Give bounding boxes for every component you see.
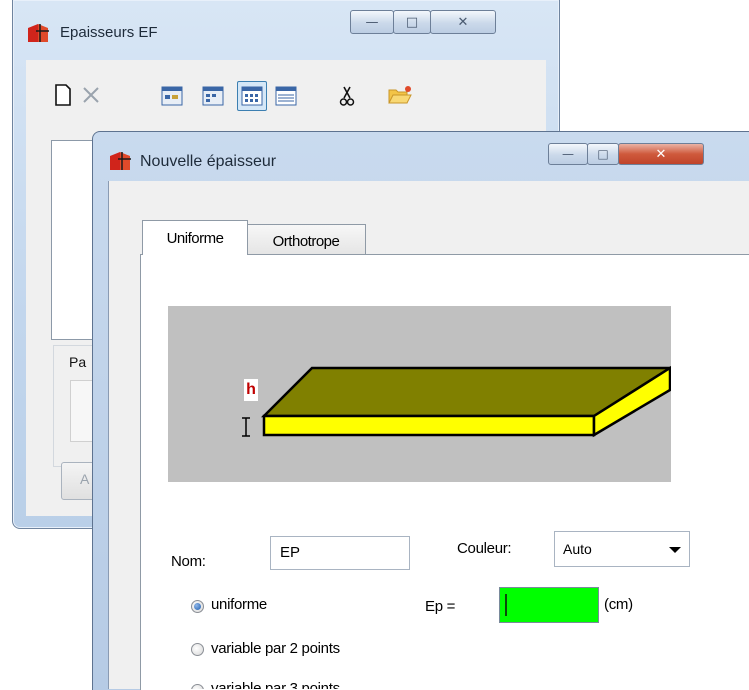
dialog-caption-buttons: — □ ✕ [548,143,704,165]
radio-variable-3-points-row: variable par 3 points [186,679,426,689]
maximize-icon: □ [405,14,419,30]
ep-label: Ep = [425,598,456,615]
maximize-button[interactable]: □ [393,10,431,34]
dialog-minimize-icon: — [562,147,574,161]
dialog-app-icon [108,150,132,172]
window-caption-buttons: — □ ✕ [350,10,496,34]
nom-label: Nom: [171,553,206,570]
frame-label: Pa [69,354,87,370]
ep-field[interactable] [499,587,599,623]
text-caret [505,594,507,616]
couleur-value: Auto [563,541,592,557]
view-details-icon[interactable] [202,85,224,107]
radio-variable-3-points-label: variable par 3 points [211,680,340,689]
thickness-preview: h [168,306,675,482]
dialog-close-button[interactable]: ✕ [618,143,704,165]
radio-uniforme-label: uniforme [211,596,267,613]
radio-variable-3-points[interactable] [191,684,204,689]
app-icon [26,22,50,44]
view-list-icon[interactable] [161,85,183,107]
close-button[interactable]: ✕ [430,10,496,34]
tab-uniforme[interactable]: Uniforme [142,220,248,255]
dialog-title: Nouvelle épaisseur [140,153,277,170]
height-label: h [244,379,258,401]
couleur-label: Couleur: [457,540,512,557]
tab-uniforme-label: Uniforme [166,229,224,247]
chevron-down-icon[interactable] [669,547,681,553]
tab-orthotrope[interactable]: Orthotrope [246,224,366,257]
view-grid-icon[interactable] [237,81,267,111]
open-folder-icon[interactable] [387,84,413,106]
ep-unit: (cm) [604,596,633,613]
nom-field[interactable]: EP [270,536,410,570]
dialog-maximize-button[interactable]: □ [587,143,619,165]
tab-orthotrope-label: Orthotrope [272,232,340,250]
radio-selected-dot [194,603,201,610]
view-table-icon[interactable] [275,85,297,107]
dialog-maximize-icon: □ [597,147,609,161]
add-button-label: A [80,471,90,487]
scissors-icon[interactable] [336,85,358,107]
dialog-close-icon: ✕ [655,146,667,162]
delete-icon[interactable] [80,84,102,106]
dialog-minimize-button[interactable]: — [548,143,588,165]
window-title: Epaisseurs EF [60,24,158,41]
radio-variable-2-points-label: variable par 2 points [211,640,340,657]
radio-variable-2-points[interactable] [191,643,204,656]
minimize-icon: — [365,14,379,30]
close-icon: ✕ [457,14,469,30]
radio-uniforme[interactable] [191,600,204,613]
new-document-icon[interactable] [52,84,74,106]
minimize-button[interactable]: — [350,10,394,34]
